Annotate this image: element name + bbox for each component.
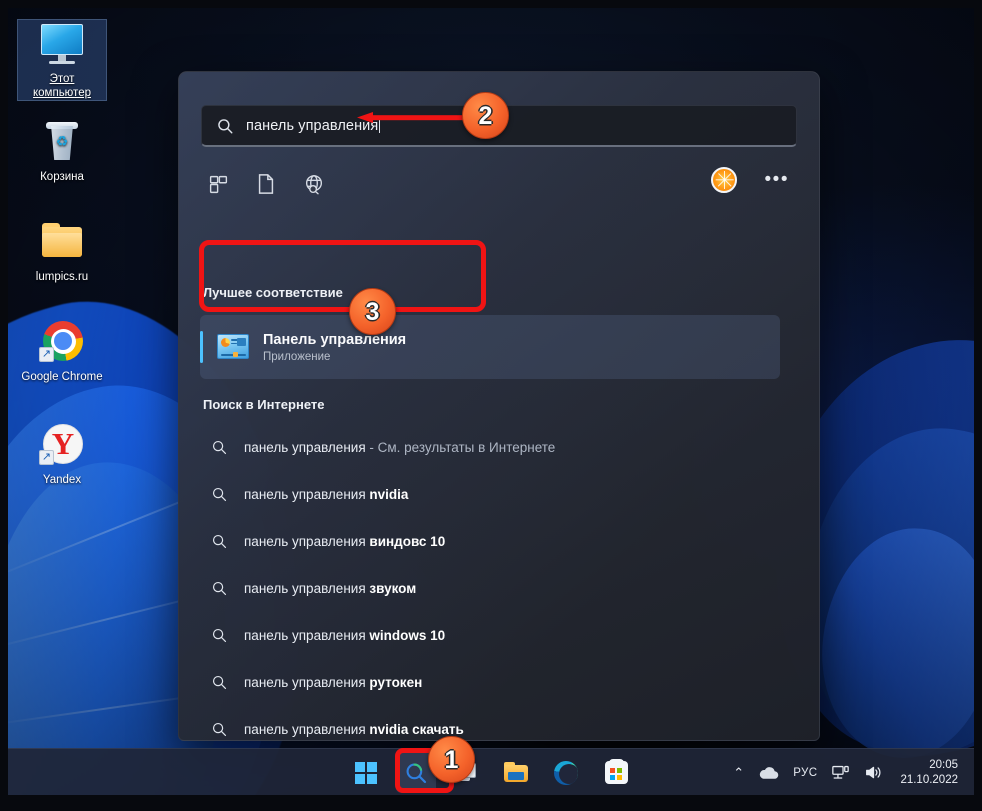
ellipsis-icon[interactable]: ••• — [765, 170, 789, 189]
clock-time: 20:05 — [929, 758, 958, 771]
yandex-icon: Y ↗ — [38, 421, 86, 469]
web-suggestion-text: панель управления nvidia скачать — [244, 721, 464, 737]
taskbar-clock[interactable]: 20:05 21.10.2022 — [890, 758, 964, 788]
microsoft-store-button[interactable] — [596, 753, 636, 793]
search-icon — [212, 440, 227, 454]
account-avatar-icon[interactable] — [711, 167, 737, 193]
taskbar[interactable]: ⌃ РУС 20:05 21.10.2022 — [8, 748, 974, 795]
web-suggestion-text: панель управления звуком — [244, 580, 417, 596]
best-match-result[interactable]: Панель управления Приложение — [200, 315, 780, 379]
desktop-icon-recycle-bin[interactable]: ♻ Корзина — [18, 118, 106, 185]
search-icon — [212, 722, 227, 736]
web-suggestion-item[interactable]: панель управления виндовс 10 — [200, 521, 780, 561]
search-icon — [218, 118, 233, 133]
best-match-subtitle: Приложение — [263, 350, 331, 363]
cloud-icon — [760, 766, 779, 779]
folder-icon — [38, 218, 86, 266]
web-suggestion-text: панель управления рутокен — [244, 674, 423, 690]
wallpaper-petal-right-c — [813, 521, 974, 765]
desktop-icon-label: lumpics.ru — [35, 271, 89, 283]
tray-overflow-button[interactable]: ⌃ — [726, 754, 751, 792]
selection-accent — [200, 331, 203, 363]
desktop-icon-lumpics[interactable]: lumpics.ru — [18, 218, 106, 285]
apps-grid-icon[interactable] — [201, 167, 235, 201]
file-explorer-button[interactable] — [496, 753, 536, 793]
system-tray[interactable]: ⌃ РУС 20:05 21.10.2022 — [726, 749, 964, 795]
edge-icon — [554, 760, 578, 785]
document-icon[interactable] — [249, 167, 283, 201]
desktop-icon-label: Yandex — [42, 474, 82, 486]
control-panel-icon — [217, 334, 249, 360]
web-suggestion-item[interactable]: панель управления звуком — [200, 568, 780, 608]
search-icon — [212, 487, 227, 501]
web-suggestion-item[interactable]: панель управления nvidia — [200, 474, 780, 514]
web-suggestion-item[interactable]: панель управления рутокен — [200, 662, 780, 702]
start-button[interactable] — [346, 753, 386, 793]
onedrive-icon[interactable] — [751, 754, 786, 792]
shortcut-arrow-icon: ↗ — [39, 347, 54, 362]
network-icon[interactable] — [824, 754, 857, 792]
annotation-box-best-match — [199, 240, 486, 312]
volume-icon[interactable] — [857, 754, 890, 792]
desktop-icon-label: Корзина — [40, 171, 84, 183]
web-suggestion-text: панель управления windows 10 — [244, 627, 446, 643]
search-icon — [212, 675, 227, 689]
web-suggestion-text: панель управления виндовс 10 — [244, 533, 446, 549]
annotation-badge-3: 3 — [349, 288, 396, 335]
language-indicator[interactable]: РУС — [786, 754, 824, 792]
web-search-heading: Поиск в Интернете — [203, 397, 325, 412]
shortcut-arrow-icon: ↗ — [39, 450, 54, 465]
desktop-icon-label: Google Chrome — [21, 371, 103, 383]
search-icon — [212, 534, 227, 548]
annotation-arrow — [357, 112, 467, 123]
windows-logo-icon — [355, 761, 377, 784]
search-flyout[interactable]: панель управления ••• Лучшее соответстви… — [178, 71, 820, 741]
desktop-icon-chrome[interactable]: ↗ Google Chrome — [18, 318, 106, 385]
clock-date: 21.10.2022 — [900, 773, 958, 786]
taskbar-buttons — [346, 749, 636, 795]
desktop-icon-label: Этот компьютер — [33, 73, 91, 99]
annotation-badge-2: 2 — [462, 92, 509, 139]
this-pc-icon — [38, 20, 86, 68]
best-match-title: Панель управления — [263, 331, 407, 348]
web-suggestion-text: панель управления - См. результаты в Инт… — [244, 439, 556, 455]
screenshot-frame: Этот компьютер ♻ Корзина lumpics.ru ↗ Go… — [0, 0, 982, 811]
web-suggestion-item[interactable]: панель управления windows 10 — [200, 615, 780, 655]
desktop-icon-yandex[interactable]: Y ↗ Yandex — [18, 421, 106, 488]
folder-icon — [504, 761, 528, 783]
filter-row[interactable]: ••• — [201, 164, 797, 204]
chrome-icon: ↗ — [38, 318, 86, 366]
web-suggestion-item[interactable]: панель управления nvidia скачать — [200, 709, 780, 740]
web-suggestion-item[interactable]: панель управления - См. результаты в Инт… — [200, 427, 780, 467]
recycle-bin-icon: ♻ — [38, 118, 86, 166]
desktop-icon-this-pc[interactable]: Этот компьютер — [17, 19, 107, 101]
search-icon — [212, 628, 227, 642]
web-suggestion-text: панель управления nvidia — [244, 486, 409, 502]
search-icon — [212, 581, 227, 595]
store-icon — [604, 759, 628, 784]
globe-search-icon[interactable] — [297, 167, 331, 201]
annotation-badge-1: 1 — [428, 736, 475, 783]
edge-button[interactable] — [546, 753, 586, 793]
